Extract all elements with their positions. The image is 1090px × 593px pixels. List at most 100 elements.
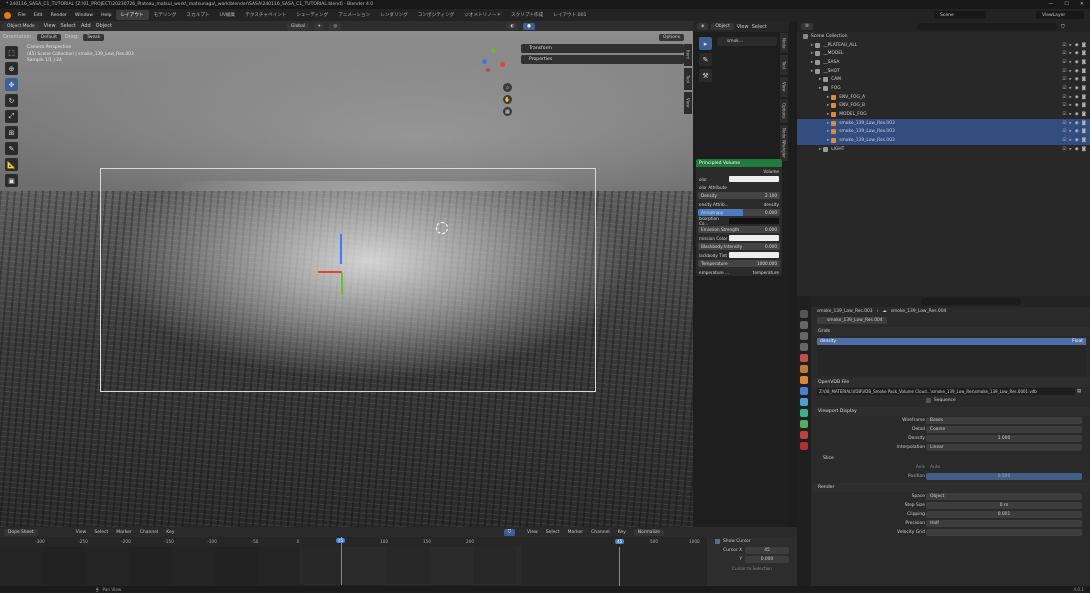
outliner-row[interactable]: ▸ smoke_139_Low_Res.003 ☑ ▸ ◉ ◙ — [797, 136, 1090, 145]
transform-orientation-global[interactable]: Global — [286, 22, 309, 30]
property-field[interactable]: 0 m — [926, 502, 1082, 509]
eye-icon[interactable]: ◉ — [1075, 103, 1079, 108]
shader-menu-select[interactable]: Select — [752, 24, 767, 30]
outliner-row[interactable]: ▸ smoke_139_Low_Res.003 ☑ ▸ ◉ ◙ — [797, 118, 1090, 128]
gizmo-x-icon[interactable] — [500, 62, 505, 67]
mode-selector[interactable]: Object Mode — [3, 22, 39, 30]
outliner-row[interactable]: ▸ CAM ☑ ▸ ◉ ◙ — [797, 75, 1090, 84]
camera-icon[interactable]: ◙ — [1082, 129, 1086, 134]
gizmo-y-icon[interactable] — [491, 48, 496, 53]
3d-viewport[interactable]: Object Mode View Select Add Object Globa… — [0, 21, 693, 527]
node-link-icon[interactable]: ⚒ — [699, 69, 712, 82]
dope-menu-marker[interactable]: Marker — [116, 530, 132, 535]
expand-chevron-icon[interactable]: ▸ — [827, 95, 829, 100]
select-arrow-icon[interactable]: ▸ — [1069, 147, 1071, 152]
workspace-tab-compositing[interactable]: コンポジティング — [413, 10, 459, 20]
expand-chevron-icon[interactable]: ▸ — [827, 129, 829, 134]
slice-axis-row[interactable]: Axis Auto — [813, 463, 1090, 472]
emission-color-socket[interactable]: mission Color — [696, 234, 782, 242]
zoom-icon[interactable]: ⌕ — [503, 83, 512, 92]
filepath-row[interactable]: Z:\08_MATERIAL\VDB\VDB_Smoke Pack_Volume… — [813, 387, 1090, 396]
property-row[interactable]: Precision Half — [813, 519, 1090, 528]
workspace-tab-uv[interactable]: UV編集 — [215, 10, 241, 20]
object-tab-icon[interactable] — [800, 376, 808, 384]
select-arrow-icon[interactable]: ▸ — [1069, 60, 1071, 65]
render-section[interactable]: Render — [813, 483, 1090, 492]
volume-output-socket[interactable]: Volume — [696, 167, 782, 175]
datablock-field[interactable]: smoke_139_Low_Res.004 — [817, 317, 887, 324]
add-cube-icon[interactable]: ▣ — [5, 174, 18, 187]
physics-tab-icon[interactable] — [800, 398, 808, 406]
sequence-row[interactable]: Sequence — [813, 396, 1090, 405]
camera-icon[interactable]: ◙ — [1082, 147, 1086, 152]
expand-chevron-icon[interactable]: ▸ — [811, 43, 813, 48]
render-tab-icon[interactable] — [800, 321, 808, 329]
viewport-menu-add[interactable]: Add — [81, 23, 91, 29]
scale-tool-icon[interactable]: ⤢ — [5, 110, 18, 123]
eye-icon[interactable]: ◉ — [1075, 121, 1079, 126]
graph-menu-channel[interactable]: Channel — [591, 530, 609, 535]
eye-icon[interactable]: ◉ — [1075, 43, 1079, 48]
cursor-to-selection-button[interactable]: Cursor to Selection — [707, 564, 797, 573]
cursor-y-row[interactable]: Y 0.000 — [707, 555, 797, 564]
exclude-checkbox-icon[interactable]: ☑ — [1062, 51, 1066, 56]
move-tool-icon[interactable]: ✥ — [5, 78, 18, 91]
property-field[interactable]: Half — [926, 520, 1082, 527]
expand-chevron-icon[interactable]: ▸ — [819, 77, 821, 82]
data-tab-icon[interactable] — [800, 420, 808, 428]
density-field[interactable]: Density 2.100 — [698, 192, 780, 199]
viewport-menu-object[interactable]: Object — [96, 23, 112, 29]
texture-tab-icon[interactable] — [800, 442, 808, 450]
camera-icon[interactable]: ◙ — [1082, 86, 1086, 91]
expand-chevron-icon[interactable]: ▸ — [819, 147, 821, 152]
graph-editor[interactable]: View Select Marker Channel Key Normalize… — [521, 527, 707, 593]
dope-filter-icon[interactable]: ⛉ — [503, 528, 515, 536]
dope-menu-view[interactable]: View — [76, 530, 87, 535]
property-row[interactable]: Density 1.000 — [813, 434, 1090, 443]
temperature-field[interactable]: Temperature 1000.000 — [698, 260, 780, 267]
graph-menu-key[interactable]: Key — [618, 530, 626, 535]
normalize-toggle[interactable]: Normalize — [633, 528, 664, 536]
dope-menu-key[interactable]: Key — [166, 530, 174, 535]
camera-view-icon[interactable]: ▦ — [503, 107, 512, 116]
workspace-tab-shading[interactable]: シェーディング — [291, 10, 333, 20]
datablock-row[interactable]: smoke_139_Low_Res.004 — [813, 316, 1090, 325]
outliner-scene-collection[interactable]: Scene Collection — [797, 32, 1090, 41]
workspace-tab-layout-001[interactable]: レイアウト.001 — [548, 10, 591, 20]
property-row[interactable]: Interpolation Linear — [813, 443, 1090, 452]
exclude-checkbox-icon[interactable]: ☑ — [1062, 69, 1066, 74]
property-field[interactable]: Boxes — [926, 417, 1082, 424]
eye-icon[interactable]: ◉ — [1075, 112, 1079, 117]
outliner-row[interactable]: ▸ FOG ☑ ▸ ◉ ◙ — [797, 84, 1090, 93]
viewport-menu-select[interactable]: Select — [61, 23, 76, 29]
tab-tool[interactable]: Tool — [684, 68, 692, 90]
graph-current-frame[interactable]: 45 — [615, 539, 625, 544]
property-field[interactable]: Coarse — [926, 426, 1082, 433]
expand-chevron-icon[interactable]: ▸ — [827, 138, 829, 143]
property-field[interactable]: Object — [926, 493, 1082, 500]
workspace-tab-animation[interactable]: アニメーション — [333, 10, 375, 20]
world-tab-icon[interactable] — [800, 365, 808, 373]
exclude-checkbox-icon[interactable]: ☑ — [1062, 77, 1066, 82]
color-attribute-socket[interactable]: olor Attribute — [696, 183, 782, 191]
exclude-checkbox-icon[interactable]: ☑ — [1062, 112, 1066, 117]
modifier-tab-icon[interactable] — [800, 387, 808, 395]
blackbody-tint-socket[interactable]: lackbody Tint — [696, 251, 782, 259]
playhead[interactable] — [341, 537, 342, 585]
outliner-row[interactable]: ▸ ENV_FOG_B ☑ ▸ ◉ ◙ — [797, 102, 1090, 111]
gizmo-x-axis[interactable] — [318, 271, 342, 273]
menu-help[interactable]: Help — [97, 13, 115, 18]
show-cursor-row[interactable]: Show Cursor — [707, 537, 797, 546]
exclude-checkbox-icon[interactable]: ☑ — [1062, 129, 1066, 134]
expand-chevron-icon[interactable]: ▸ — [811, 60, 813, 65]
select-arrow-icon[interactable]: ▸ — [1069, 121, 1071, 126]
expand-chevron-icon[interactable]: ▸ — [827, 112, 829, 117]
graph-menu-marker[interactable]: Marker — [568, 530, 584, 535]
select-box-icon[interactable]: ⬚ — [5, 46, 18, 59]
tab-node-wrangler[interactable]: Node Wrangler — [780, 125, 788, 161]
filter-icon[interactable]: ⛉ — [1061, 24, 1065, 30]
slice-subpanel[interactable]: Slice — [813, 454, 1090, 463]
graph-playhead[interactable] — [619, 547, 620, 587]
workspace-tab-layout[interactable]: レイアウト — [115, 10, 149, 20]
emission-strength-field[interactable]: Emission Strength 0.000 — [698, 226, 780, 233]
